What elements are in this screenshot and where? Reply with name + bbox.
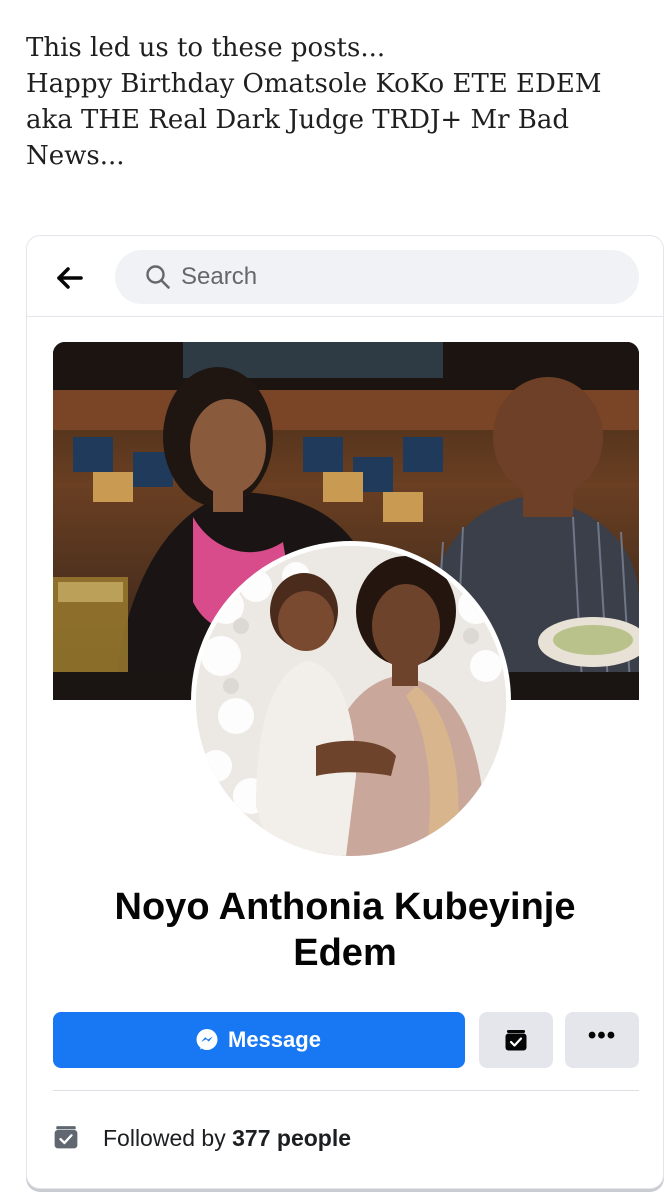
section-divider: [53, 1090, 639, 1091]
profile-picture-image: [196, 546, 506, 856]
intro-line: aka THE Real Dark Judge TRDJ+ Mr Bad: [26, 105, 570, 135]
profile-picture[interactable]: [191, 541, 511, 861]
search-icon: [146, 265, 170, 289]
following-check-icon: [54, 1126, 78, 1149]
search-bar[interactable]: [115, 250, 639, 304]
intro-line: News...: [26, 141, 125, 171]
more-options-button[interactable]: •••: [565, 1012, 639, 1068]
followed-by-row[interactable]: Followed by 377 people: [53, 1120, 639, 1154]
profile-card: Noyo Anthonia Kubeyinje Edem Message •••: [26, 235, 664, 1189]
followed-by-text: Followed by 377 people: [103, 1124, 351, 1152]
intro-text: This led us to these posts... Happy Birt…: [26, 30, 656, 174]
profile-actions: Message •••: [53, 1012, 639, 1068]
message-button-label: Message: [228, 1027, 321, 1052]
followed-by-prefix: Followed by: [103, 1125, 226, 1151]
profile-name: Noyo Anthonia Kubeyinje Edem: [67, 884, 623, 976]
profile-name-line: Noyo Anthonia Kubeyinje: [114, 886, 576, 928]
back-button[interactable]: [49, 258, 89, 298]
search-input[interactable]: [181, 250, 611, 304]
intro-line: Happy Birthday Omatsole KoKo ETE EDEM: [26, 69, 602, 99]
messenger-icon: [196, 1029, 218, 1050]
following-button[interactable]: [479, 1012, 553, 1068]
follower-count: 377 people: [232, 1125, 352, 1151]
top-bar: [27, 236, 663, 317]
arrow-left-icon: [57, 267, 83, 289]
message-button[interactable]: Message: [53, 1012, 465, 1068]
intro-line: This led us to these posts...: [26, 33, 386, 63]
following-check-icon: [505, 1030, 527, 1051]
profile-name-line: Edem: [293, 932, 397, 974]
more-options-icon: •••: [587, 1022, 617, 1049]
